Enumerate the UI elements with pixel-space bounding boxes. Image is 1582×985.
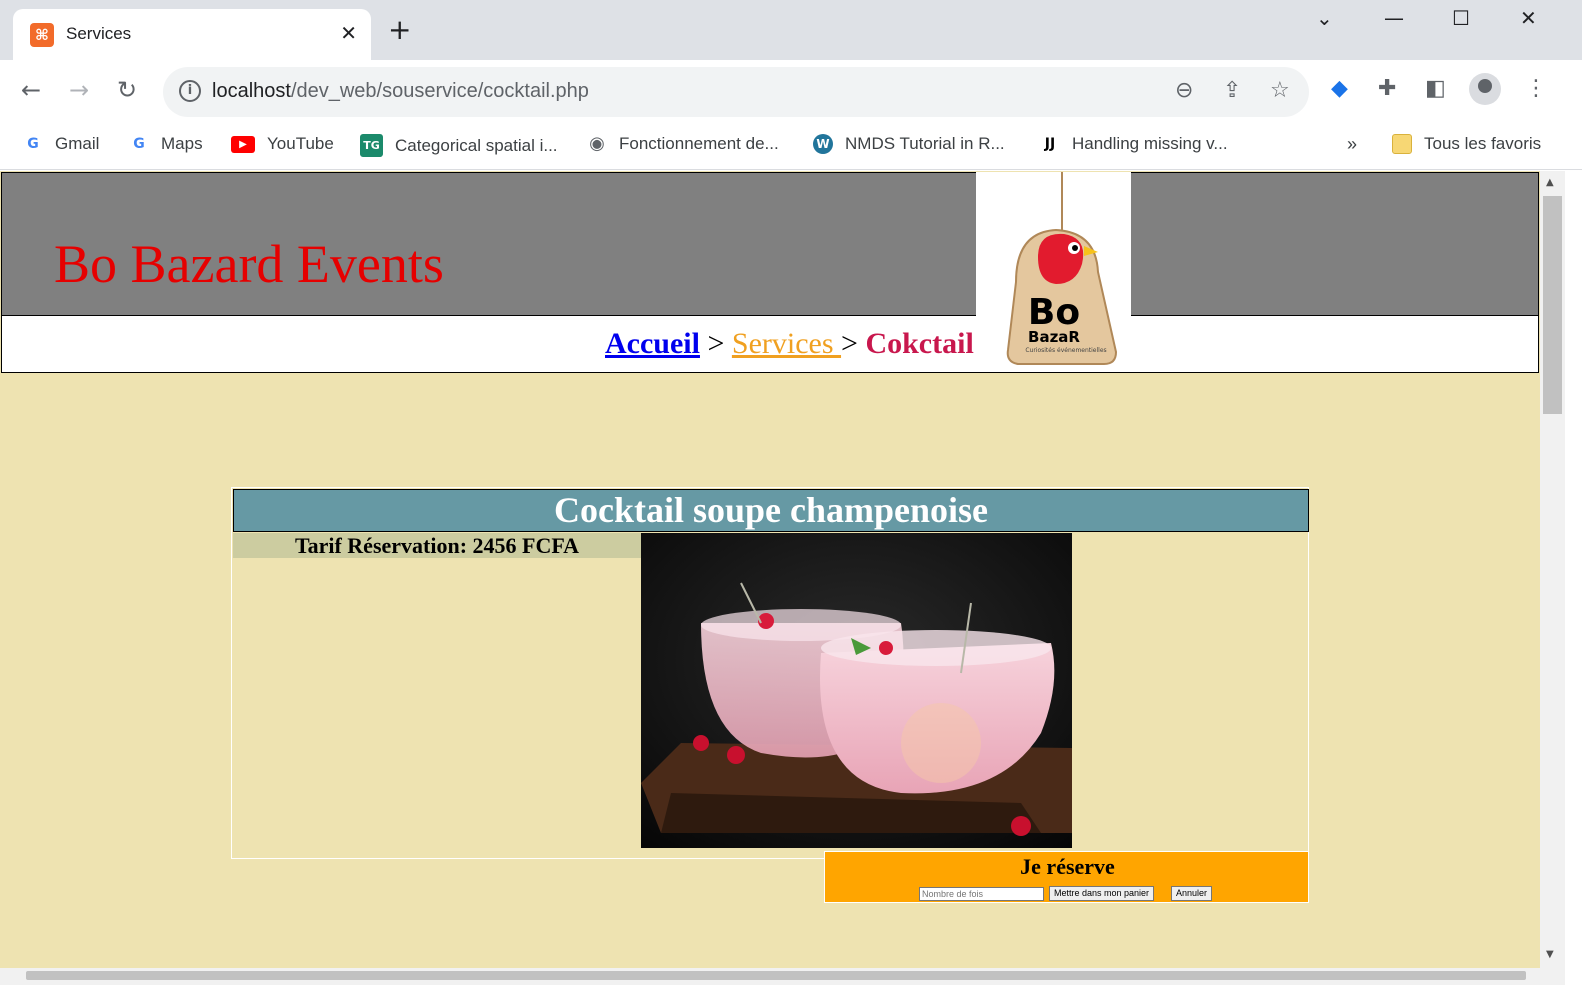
bookmarks-overflow-icon[interactable]: » (1347, 134, 1357, 155)
tab-title: Services (66, 24, 132, 43)
all-bookmarks-folder[interactable]: Tous les favoris (1392, 134, 1541, 154)
site-info-icon[interactable]: i (179, 80, 201, 102)
site-logo: Bo BazaR Curiosités événementielles (976, 172, 1131, 372)
tab-strip: ⌘ Services ✕ + ⌄ — ☐ ✕ (0, 0, 1582, 60)
horizontal-scroll-thumb[interactable] (26, 971, 1526, 980)
jj-icon: JJ (1044, 136, 1056, 152)
horizontal-scrollbar[interactable] (0, 968, 1540, 985)
reservation-panel: Je réserve Mettre dans mon panier Annule… (824, 851, 1309, 903)
bookmark-categorical[interactable]: TG Categorical spatial i... (360, 134, 558, 157)
bookmark-youtube[interactable]: ▶ YouTube (231, 134, 334, 154)
menu-icon[interactable]: ⋮ (1525, 76, 1547, 101)
scroll-up-icon[interactable]: ▲ (1546, 177, 1554, 188)
logo-sub-text: BazaR (1028, 328, 1080, 346)
logo-main-text: Bo (1028, 292, 1080, 333)
youtube-icon: ▶ (231, 135, 255, 153)
bookmarks-bar: G Gmail G Maps ▶ YouTube TG Categorical spat… (0, 122, 1582, 170)
tg-icon: TG (360, 134, 383, 157)
bookmark-nmds[interactable]: W NMDS Tutorial in R... (813, 134, 1005, 154)
tab-services[interactable]: ⌘ Services ✕ (13, 9, 371, 60)
minimize-icon[interactable]: — (1384, 6, 1404, 30)
add-to-cart-button[interactable]: Mettre dans mon panier (1049, 886, 1155, 901)
globe-icon: ◉ (589, 133, 605, 154)
wordpress-icon: W (813, 134, 833, 154)
maximize-icon[interactable]: ☐ (1452, 6, 1470, 30)
window-close-icon[interactable]: ✕ (1520, 6, 1537, 30)
reservation-title: Je réserve (1020, 854, 1115, 879)
quantity-input[interactable] (919, 887, 1044, 901)
product-card: Cocktail soupe champenoise Tarif Réserva… (231, 487, 1309, 859)
back-icon[interactable]: ← (21, 76, 41, 104)
extensions-icon[interactable]: ✚ (1378, 76, 1396, 101)
scroll-thumb[interactable] (1543, 196, 1562, 414)
new-tab-icon[interactable]: + (388, 16, 411, 44)
product-price: Tarif Réservation: 2456 FCFA (233, 533, 641, 558)
forward-icon[interactable]: → (69, 76, 89, 104)
address-bar[interactable]: i localhost/dev_web/souservice/cocktail.… (163, 67, 1309, 117)
breadcrumb-services-link[interactable]: Services (732, 327, 841, 360)
close-icon[interactable]: ✕ (340, 21, 357, 45)
tab-search-icon[interactable]: ⌄ (1316, 6, 1333, 30)
breadcrumb-current: Cokctail (865, 327, 974, 360)
folder-icon (1392, 134, 1412, 154)
cancel-button[interactable]: Annuler (1171, 886, 1213, 901)
breadcrumb-separator: > (707, 327, 725, 360)
page-content: Bo Bazard Events Accueil > Services > Co… (0, 171, 1540, 985)
product-title: Cocktail soupe champenoise (233, 489, 1309, 532)
zoom-icon[interactable]: ⊖ (1175, 78, 1193, 103)
share-icon[interactable]: ⇪ (1223, 78, 1241, 103)
bookmark-fonctionnement[interactable]: ◉ Fonctionnement de... (587, 134, 779, 154)
bookmark-star-icon[interactable]: ☆ (1270, 78, 1290, 103)
side-panel-icon[interactable]: ◧ (1425, 76, 1446, 101)
google-icon: G (27, 136, 39, 152)
google-icon: G (133, 136, 145, 152)
xampp-icon: ⌘ (30, 23, 54, 47)
profile-avatar[interactable] (1469, 73, 1501, 105)
vertical-scrollbar[interactable]: ▲ ▼ (1540, 171, 1565, 985)
breadcrumb: Accueil > Services > Cokctail (605, 327, 974, 361)
breadcrumb-separator: > (841, 327, 858, 360)
bookmark-gmail[interactable]: G Gmail (23, 134, 99, 154)
reload-icon[interactable]: ↻ (117, 76, 137, 104)
scroll-down-icon[interactable]: ▼ (1546, 949, 1554, 960)
bookmark-handling[interactable]: JJ Handling missing v... (1040, 134, 1228, 154)
url-text[interactable]: localhost/dev_web/souservice/cocktail.ph… (212, 80, 589, 103)
extension-graduation-icon[interactable]: ◆ (1331, 76, 1348, 101)
cocktail-photo (641, 533, 1072, 848)
browser-toolbar: ← → ↻ i localhost/dev_web/souservice/coc… (0, 60, 1582, 122)
logo-tagline-text: Curiosités événementielles (1025, 347, 1106, 354)
site-title: Bo Bazard Events (54, 234, 444, 294)
breadcrumb-home-link[interactable]: Accueil (605, 327, 700, 360)
bookmark-maps[interactable]: G Maps (129, 134, 202, 154)
